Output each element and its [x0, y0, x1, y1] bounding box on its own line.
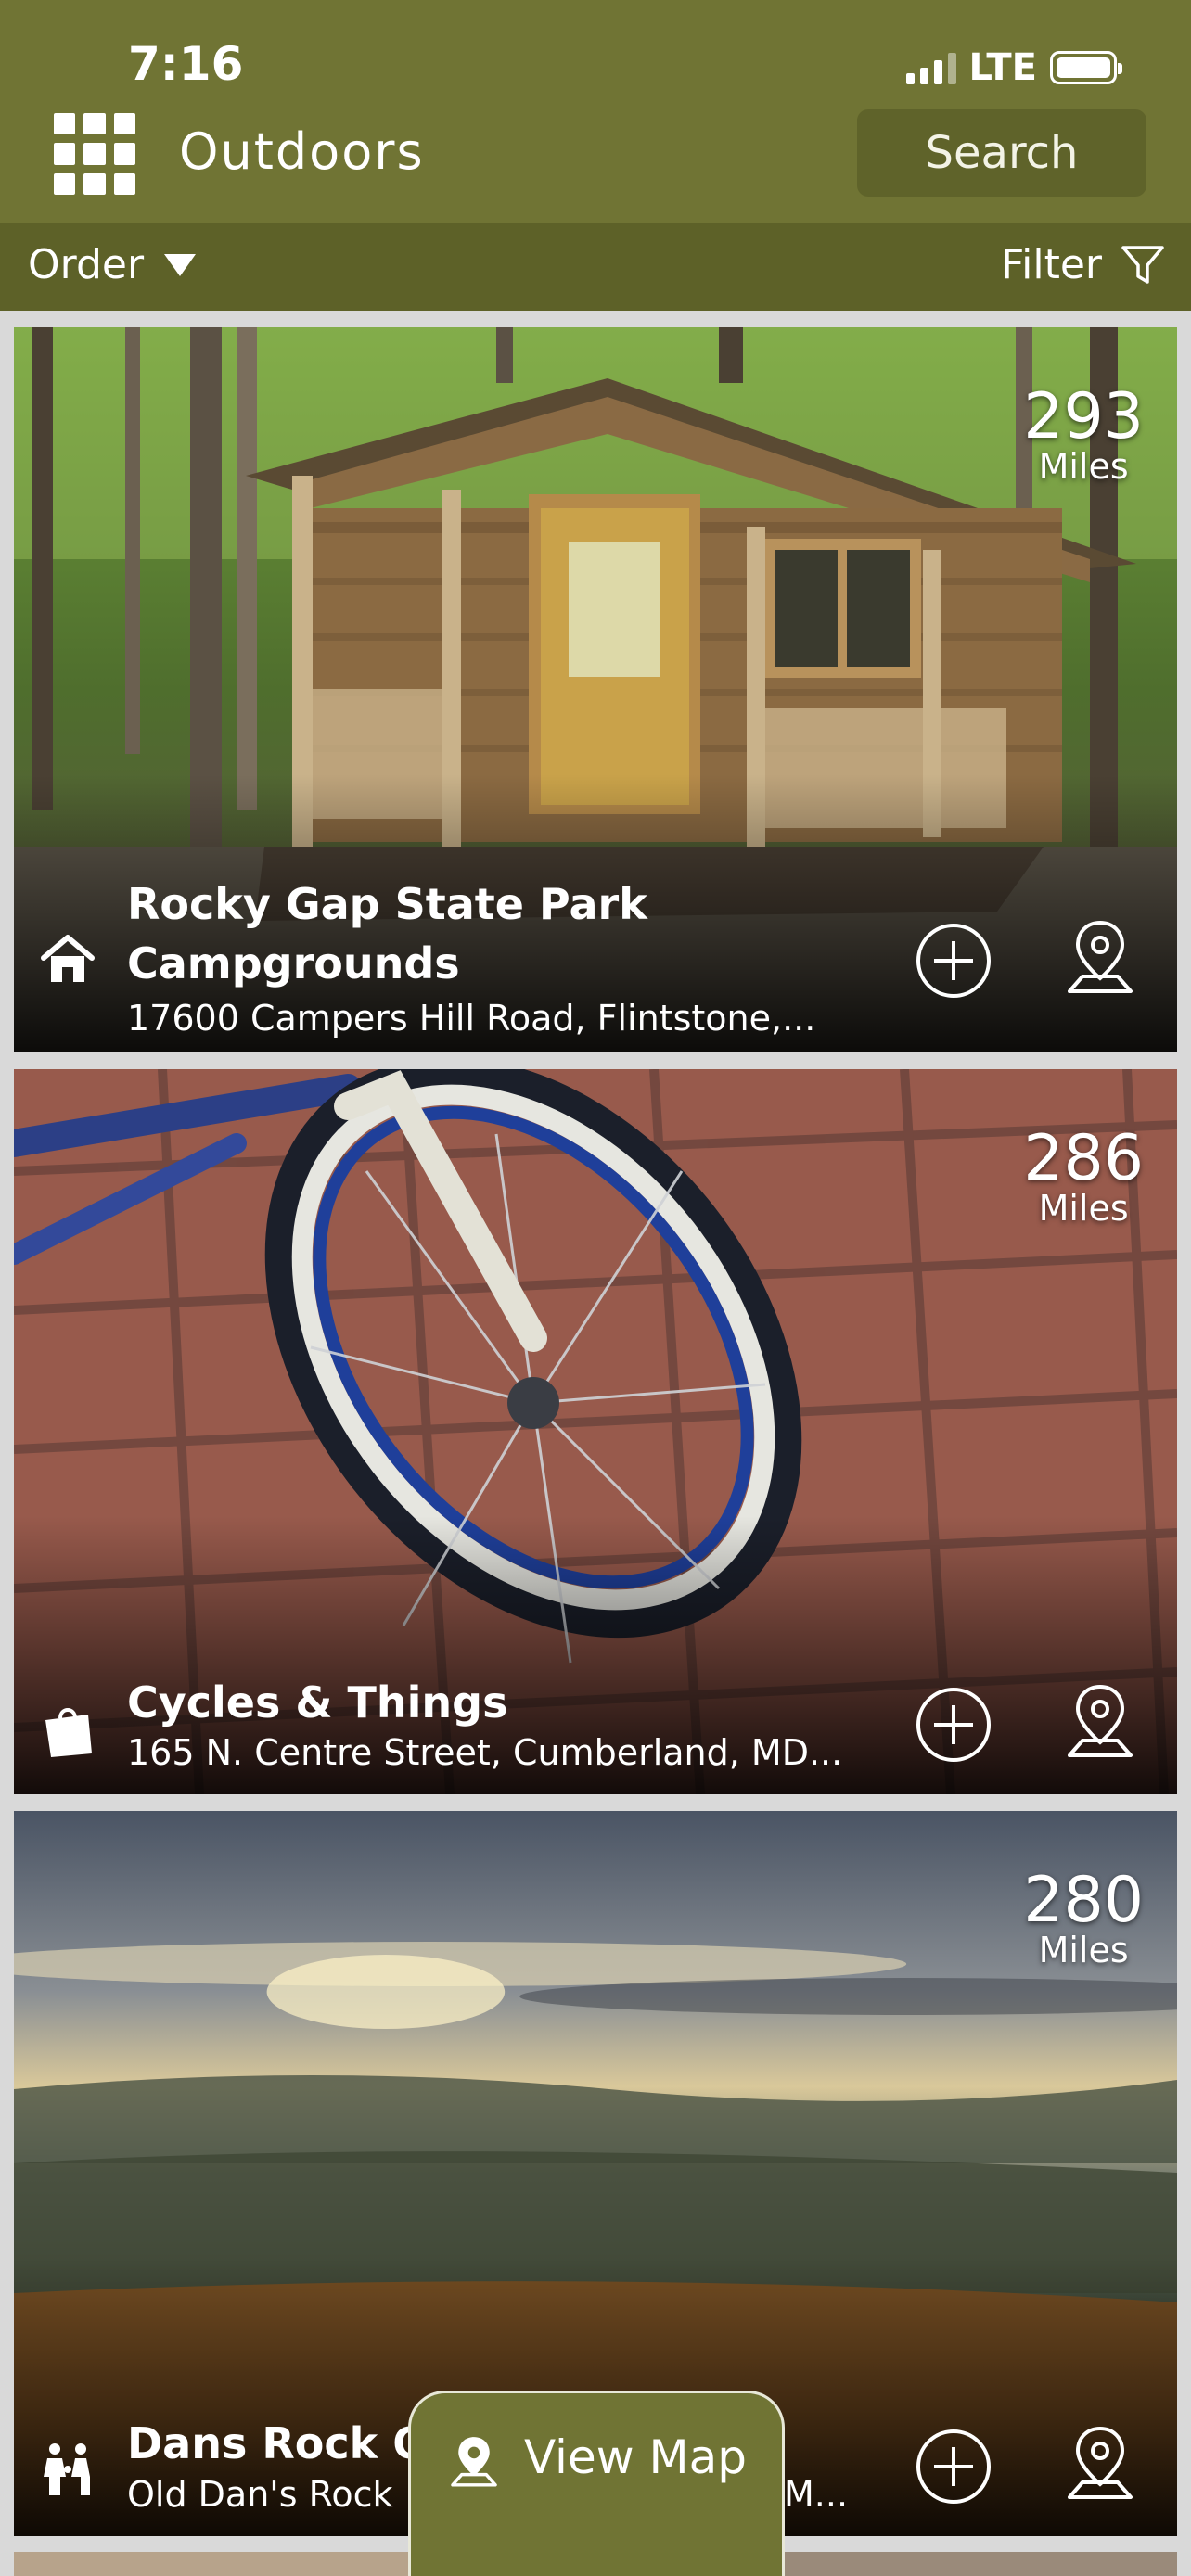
listing-address-tail: M...: [784, 2474, 849, 2515]
status-indicators: LTE: [905, 46, 1122, 89]
listing-title[interactable]: Cycles & Things: [127, 1673, 832, 1732]
listing-card[interactable]: 286 Miles Cycles & Things 165 N. Centre …: [14, 1069, 1177, 1794]
distance-unit: Miles: [1038, 446, 1129, 487]
distance-unit: Miles: [1038, 1930, 1129, 1970]
distance-badge: 293 Miles: [1023, 380, 1144, 487]
listing-address: Old Dan's Rock: [127, 2474, 393, 2515]
map-pin-icon[interactable]: [1060, 2423, 1140, 2503]
view-map-button[interactable]: View Map: [408, 2391, 785, 2576]
home-icon: [41, 935, 95, 982]
signal-icon: [905, 51, 956, 84]
funnel-icon: [1121, 245, 1164, 284]
distance-value: 280: [1023, 1864, 1144, 1937]
page-title: Outdoors: [179, 122, 425, 181]
add-icon[interactable]: [914, 2427, 993, 2506]
next-card-peek: [14, 2552, 408, 2576]
map-pin-icon[interactable]: [1060, 917, 1140, 997]
map-pin-icon: [451, 2437, 497, 2487]
order-dropdown[interactable]: Order: [28, 241, 197, 288]
map-pin-icon[interactable]: [1060, 1681, 1140, 1761]
distance-value: 286: [1023, 1122, 1144, 1195]
app-header: 7:16 LTE Outdoors Search: [0, 0, 1191, 223]
search-button[interactable]: Search: [857, 109, 1146, 197]
listing-card[interactable]: 293 Miles Rocky Gap State Park Campgroun…: [14, 327, 1177, 1052]
network-label: LTE: [968, 46, 1037, 89]
shopping-bag-icon: [45, 1708, 92, 1757]
distance-badge: 286 Miles: [1023, 1122, 1144, 1229]
add-icon[interactable]: [914, 1685, 993, 1765]
add-icon[interactable]: [914, 921, 993, 1001]
listing-address: 165 N. Centre Street, Cumberland, MD...: [127, 1732, 843, 1773]
listing-title[interactable]: Dans Rock Ov: [127, 2414, 433, 2473]
status-time: 7:16: [128, 37, 244, 91]
distance-unit: Miles: [1038, 1188, 1129, 1229]
view-map-label: View Map: [523, 2430, 748, 2484]
filter-label: Filter: [1001, 241, 1102, 288]
triangle-down-icon: [164, 253, 197, 276]
distance-value: 293: [1023, 380, 1144, 453]
next-card-peek: [785, 2552, 1177, 2576]
distance-badge: 280 Miles: [1023, 1864, 1144, 1970]
grid-menu-icon[interactable]: [54, 113, 135, 195]
family-icon: [44, 2443, 90, 2495]
battery-icon: [1050, 51, 1122, 84]
listing-title[interactable]: Rocky Gap State Park Campgrounds: [127, 874, 832, 993]
listing-address: 17600 Campers Hill Road, Flintstone,...: [127, 998, 816, 1039]
order-label: Order: [28, 241, 145, 288]
sort-filter-bar: Order Filter: [0, 223, 1191, 311]
filter-button[interactable]: Filter: [1001, 241, 1165, 288]
